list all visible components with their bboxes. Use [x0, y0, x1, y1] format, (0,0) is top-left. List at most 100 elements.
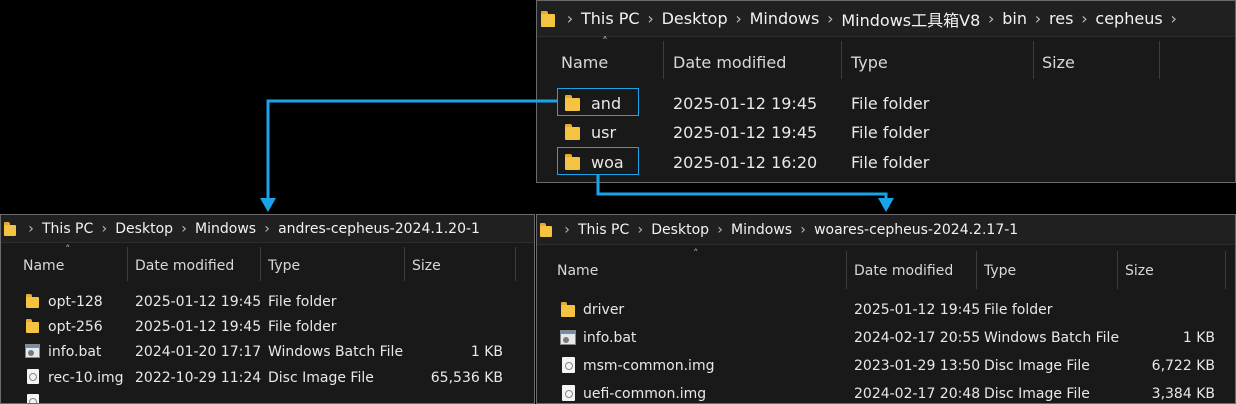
file-size: 1 KB: [470, 344, 503, 360]
column-divider[interactable]: [515, 247, 516, 281]
chevron-right-icon: ›: [827, 9, 834, 28]
disc-image-icon: [27, 369, 39, 384]
list-item[interactable]: info.bat 2024-02-17 20:55 Windows Batch …: [537, 327, 1235, 353]
breadcrumb-bin[interactable]: bin: [1002, 9, 1027, 28]
list-item[interactable]: info.bat 2024-01-20 17:17 Windows Batch …: [1, 341, 534, 365]
breadcrumb-this-pc[interactable]: This PC: [42, 221, 93, 237]
file-name: info.bat: [48, 344, 102, 360]
file-size: 65,536 KB: [430, 370, 503, 386]
explorer-window-cepheus: › This PC › Desktop › Mindows › Mindows工…: [536, 0, 1236, 183]
breadcrumb-desktop[interactable]: Desktop: [662, 9, 728, 28]
column-type[interactable]: Type: [851, 53, 888, 72]
column-divider[interactable]: [1225, 251, 1226, 289]
column-divider[interactable]: [404, 247, 405, 281]
column-type[interactable]: Type: [268, 258, 300, 274]
file-date: 2022-10-29 11:24: [135, 370, 262, 386]
disc-image-icon: [562, 385, 575, 401]
column-size[interactable]: Size: [412, 258, 441, 274]
file-type: File folder: [851, 94, 930, 113]
chevron-right-icon: ›: [717, 221, 723, 238]
breadcrumb-this-pc[interactable]: This PC: [578, 222, 629, 238]
list-item[interactable]: opt-256 2025-01-12 19:45 File folder: [1, 316, 534, 340]
file-type: Disc Image File: [268, 370, 374, 386]
address-bar[interactable]: › This PC › Desktop › Mindows › andres-c…: [1, 215, 534, 243]
batch-file-icon: [560, 330, 576, 345]
breadcrumb-mindows[interactable]: Mindows: [750, 9, 820, 28]
column-date-modified[interactable]: Date modified: [135, 258, 234, 274]
chevron-right-icon: ›: [800, 221, 806, 238]
breadcrumb-cepheus[interactable]: cepheus: [1095, 9, 1162, 28]
file-date: 2025-01-12 19:45: [673, 94, 818, 113]
chevron-right-icon: ›: [101, 220, 108, 237]
file-type: File folder: [268, 294, 337, 310]
column-type[interactable]: Type: [984, 263, 1016, 279]
folder-icon: [541, 10, 555, 27]
column-size[interactable]: Size: [1042, 53, 1075, 72]
file-name: driver: [583, 302, 625, 318]
breadcrumb-mindows[interactable]: Mindows: [195, 221, 256, 237]
column-divider[interactable]: [1033, 41, 1034, 79]
explorer-window-andres: › This PC › Desktop › Mindows › andres-c…: [0, 214, 535, 404]
file-type: Disc Image File: [984, 358, 1090, 374]
list-item[interactable]: usr 2025-01-12 19:45 File folder: [537, 120, 1235, 146]
address-bar[interactable]: › This PC › Desktop › Mindows › woares-c…: [537, 215, 1235, 245]
file-name: msm-common.img: [583, 358, 715, 374]
file-type: Windows Batch File: [984, 330, 1120, 346]
folder-icon: [561, 302, 575, 317]
disc-image-icon: [562, 357, 575, 373]
breadcrumb-mindows[interactable]: Mindows: [731, 222, 792, 238]
column-date-modified[interactable]: Date modified: [854, 263, 953, 279]
column-name[interactable]: Name: [23, 258, 64, 274]
arrow-and-to-left-window: [266, 99, 557, 205]
folder-icon: [26, 319, 39, 333]
column-header: ˄ Name Date modified Type Size: [537, 35, 1235, 81]
column-divider[interactable]: [127, 247, 128, 281]
highlight-box-and: [557, 88, 639, 116]
file-name: rec-10.img: [48, 370, 124, 386]
file-date: 2024-02-17 20:55: [854, 330, 981, 346]
chevron-right-icon: ›: [647, 9, 654, 28]
arrow-head-down-icon: [878, 198, 894, 212]
file-name: info.bat: [583, 330, 637, 346]
address-bar[interactable]: › This PC › Desktop › Mindows › Mindows工…: [537, 1, 1235, 37]
file-name: opt-128: [48, 294, 103, 310]
list-item[interactable]: msm-common.img 2023-01-29 13:50 Disc Ima…: [537, 355, 1235, 381]
explorer-window-woares: › This PC › Desktop › Mindows › woares-c…: [536, 214, 1236, 404]
file-date: 2025-01-12 19:45: [135, 294, 262, 310]
breadcrumb-this-pc[interactable]: This PC: [581, 9, 640, 28]
list-item[interactable]: opt-128 2025-01-12 19:45 File folder: [1, 291, 534, 315]
column-divider[interactable]: [1117, 251, 1118, 289]
breadcrumb-mindows-toolbox[interactable]: Mindows工具箱V8: [841, 7, 980, 31]
breadcrumb-desktop[interactable]: Desktop: [115, 221, 173, 237]
column-divider[interactable]: [1159, 41, 1160, 79]
column-size[interactable]: Size: [1125, 263, 1154, 279]
column-divider[interactable]: [260, 247, 261, 281]
breadcrumb-desktop[interactable]: Desktop: [651, 222, 709, 238]
breadcrumb-res[interactable]: res: [1049, 9, 1073, 28]
sort-ascending-icon: ˄: [602, 35, 608, 49]
column-divider[interactable]: [841, 41, 842, 79]
chevron-right-icon: ›: [735, 9, 742, 28]
list-item[interactable]: and 2025-01-12 19:45 File folder: [537, 91, 1235, 117]
folder-icon: [565, 124, 580, 140]
file-type: File folder: [851, 123, 930, 142]
list-item[interactable]: driver 2025-01-12 19:45 File folder: [537, 299, 1235, 325]
file-type: File folder: [851, 153, 930, 172]
column-divider[interactable]: [846, 251, 847, 289]
list-item[interactable]: rec-10.img 2022-10-29 11:24 Disc Image F…: [1, 367, 534, 391]
sort-ascending-icon: ˄: [65, 243, 71, 256]
list-item[interactable]: woa 2025-01-12 16:20 File folder: [537, 150, 1235, 176]
column-date-modified[interactable]: Date modified: [673, 53, 786, 72]
highlight-box-woa: [557, 147, 639, 175]
column-divider[interactable]: [976, 251, 977, 289]
breadcrumb-andres-cepheus[interactable]: andres-cepheus-2024.1.20-1: [278, 221, 480, 237]
column-name[interactable]: Name: [557, 263, 598, 279]
column-name[interactable]: Name: [561, 53, 608, 72]
file-date: 2025-01-12 19:45: [854, 302, 981, 318]
list-item[interactable]: uefi-common.img 2024-02-17 20:48 Disc Im…: [537, 383, 1235, 403]
breadcrumb-woares-cepheus[interactable]: woares-cepheus-2024.2.17-1: [814, 222, 1018, 238]
column-divider[interactable]: [663, 41, 664, 79]
chevron-right-icon: ›: [28, 220, 34, 237]
list-item-partial[interactable]: [1, 392, 534, 403]
file-type: File folder: [268, 319, 337, 335]
